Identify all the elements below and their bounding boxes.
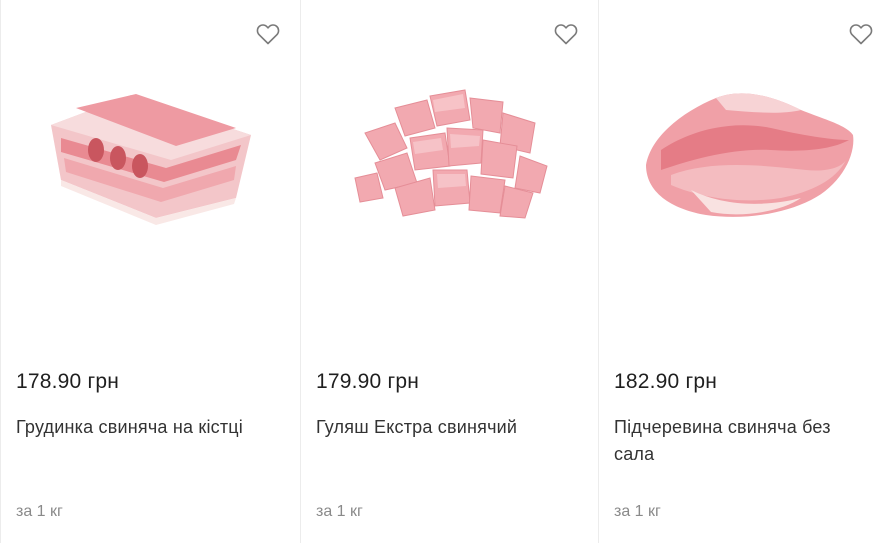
heart-outline-icon: [256, 24, 280, 45]
heart-outline-icon: [554, 24, 578, 45]
heart-outline-icon: [849, 24, 873, 45]
product-card[interactable]: 182.90 грн Підчеревина свиняча без сала …: [599, 0, 893, 543]
product-name[interactable]: Підчеревина свиняча без сала: [614, 414, 873, 468]
product-unit: за 1 кг: [614, 503, 661, 520]
product-image[interactable]: [599, 70, 893, 240]
product-image[interactable]: [301, 70, 598, 240]
product-image[interactable]: [1, 70, 300, 240]
favorite-button[interactable]: [552, 20, 580, 48]
favorite-button[interactable]: [254, 20, 282, 48]
product-name[interactable]: Гуляш Екстра свинячий: [316, 414, 578, 441]
pork-brisket-on-bone-image: [50, 94, 251, 225]
product-price: 182.90 грн: [614, 370, 718, 393]
product-card[interactable]: 179.90 грн Гуляш Екстра свинячий за 1 кг: [301, 0, 599, 543]
product-card[interactable]: 178.90 грн Грудинка свиняча на кістці за…: [0, 0, 301, 543]
pork-belly-no-fat-image: [646, 93, 854, 217]
product-unit: за 1 кг: [16, 503, 63, 520]
pork-goulash-cubes-image: [353, 88, 548, 219]
product-grid: 178.90 грн Грудинка свиняча на кістці за…: [0, 0, 893, 543]
product-price: 178.90 грн: [16, 370, 120, 393]
product-unit: за 1 кг: [316, 503, 363, 520]
product-name[interactable]: Грудинка свиняча на кістці: [16, 414, 280, 441]
favorite-button[interactable]: [847, 20, 875, 48]
product-price: 179.90 грн: [316, 370, 420, 393]
